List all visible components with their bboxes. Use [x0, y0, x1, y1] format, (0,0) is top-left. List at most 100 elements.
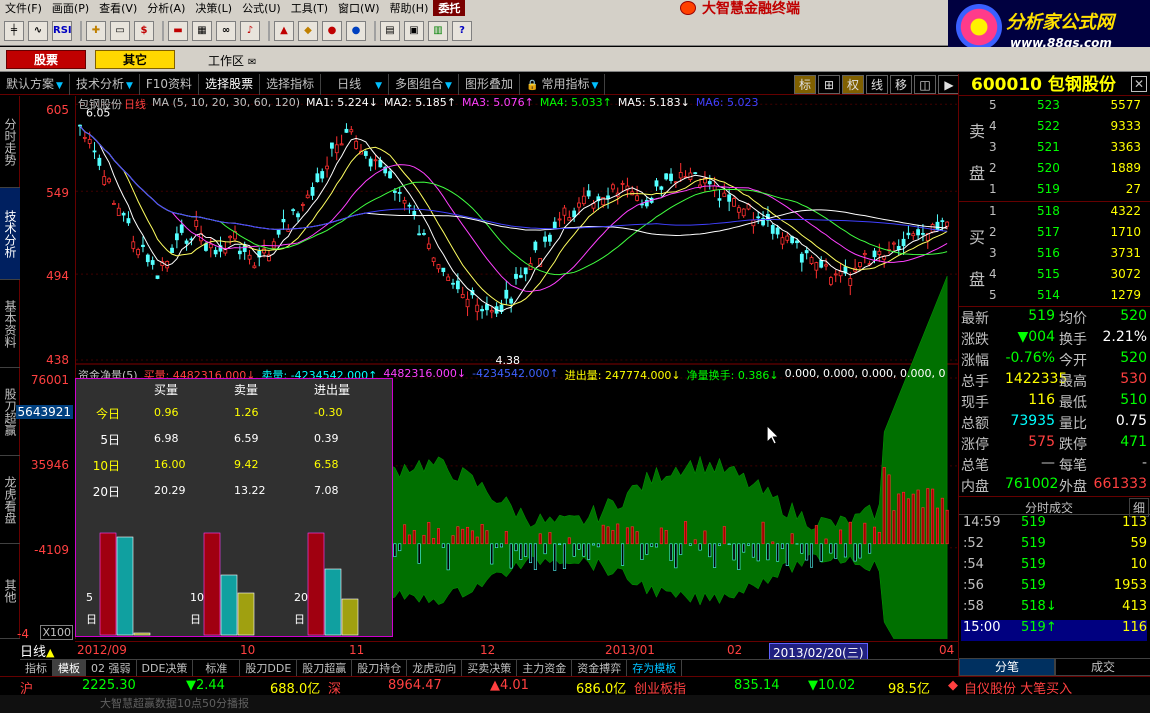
func-tab-overlay[interactable]: 图形叠加	[459, 73, 520, 95]
func-tab-f10[interactable]: F10资料	[140, 73, 200, 95]
tool-move-button[interactable]: 移	[890, 75, 912, 94]
report-icon[interactable]: ▲	[274, 20, 294, 41]
bid-level-row[interactable]: 5 514 1279	[989, 288, 1141, 309]
news-bar[interactable]: 大智慧超赢数据10点50分播报	[0, 695, 1150, 713]
menu-formula[interactable]: 公式(U)	[237, 0, 286, 16]
pill-icon[interactable]: ●	[322, 20, 342, 41]
bid-level-row[interactable]: 4 515 3072	[989, 267, 1141, 288]
func-tab-technical[interactable]: 技术分析 ▼	[70, 73, 140, 95]
fund-stats-popup[interactable]: 买量 卖量 进出量 今日 0.96 1.26 -0.30 5日 6.98 6.5…	[75, 378, 393, 637]
stat-value: 520	[1120, 308, 1147, 324]
func-tab-default[interactable]: 默认方案 ▼	[0, 73, 70, 95]
ask-level-row[interactable]: 1 519 27	[989, 182, 1141, 203]
rsi-icon[interactable]: RSI	[52, 20, 72, 41]
candle-body	[824, 264, 828, 267]
btab-strength[interactable]: 02 强弱	[86, 660, 137, 676]
help-icon[interactable]: ?	[452, 20, 472, 41]
tick-volume: 59	[1130, 536, 1147, 551]
tool-line-button[interactable]: 线	[866, 75, 888, 94]
tool-next-button[interactable]: ▶	[938, 75, 960, 94]
btab-gudao-dde[interactable]: 股刀DDE	[240, 660, 298, 676]
menu-trade[interactable]: 委托	[433, 0, 466, 16]
tick-volume: 1953	[1113, 578, 1147, 593]
tick-row[interactable]: :54 519 10	[961, 557, 1147, 578]
tool-mark-button[interactable]: 标	[794, 75, 816, 94]
crosshair-icon[interactable]: ✚	[86, 20, 106, 41]
tab-stock[interactable]: 股票	[6, 50, 86, 69]
menu-file[interactable]: 文件(F)	[0, 0, 47, 16]
func-tab-multi[interactable]: 多图组合 ▼	[389, 73, 459, 95]
bid-level-row[interactable]: 2 517 1710	[989, 225, 1141, 246]
vtab-basic[interactable]: 基本资料	[0, 280, 20, 368]
minute-chart-icon[interactable]: ∿	[28, 20, 48, 41]
tick-row[interactable]: 14:59 519 113	[961, 515, 1147, 536]
ma-line	[79, 125, 948, 312]
ask-level-row[interactable]: 5 523 5577	[989, 98, 1141, 119]
func-tab-select-indicator[interactable]: 选择指标	[260, 73, 322, 95]
bar-icon[interactable]: ▬	[168, 20, 188, 41]
btab-bs-decision[interactable]: 买卖决策	[462, 660, 518, 676]
dollar-icon[interactable]: $	[134, 20, 154, 41]
tab-other[interactable]: 其它	[95, 50, 175, 69]
menu-view[interactable]: 查看(V)	[94, 0, 142, 16]
market-ticker: 沪 2225.30 ▼2.44 688.0亿 深 8964.47 ▲4.01 6…	[0, 676, 1150, 697]
vtab-technical[interactable]: 技术分析	[0, 188, 20, 280]
grid-icon[interactable]: ▦	[192, 20, 212, 41]
btab-standard[interactable]: 标准	[193, 660, 241, 676]
tab-ticks[interactable]: 分笔	[959, 658, 1055, 676]
menu-decision[interactable]: 决策(L)	[190, 0, 237, 16]
vtab-dragon[interactable]: 龙虎看盘	[0, 456, 20, 544]
btab-dragon[interactable]: 龙虎动向	[407, 660, 463, 676]
btab-indicator[interactable]: 指标	[20, 660, 53, 676]
tool-grid-button[interactable]: ⊞	[818, 75, 840, 94]
menu-tools[interactable]: 工具(T)	[286, 0, 333, 16]
btab-gudao-hold[interactable]: 股刀持仓	[352, 660, 408, 676]
tab-trades[interactable]: 成交	[1055, 658, 1150, 676]
func-tab-daily[interactable]: 日线 ▼	[321, 73, 390, 95]
btab-dde[interactable]: DDE决策	[137, 660, 194, 676]
btab-main-fund[interactable]: 主力资金	[517, 660, 573, 676]
tick-row[interactable]: :58 518↓ 413	[961, 599, 1147, 620]
binoculars-icon[interactable]: ∞	[216, 20, 236, 41]
candle-body	[107, 178, 111, 183]
menu-help[interactable]: 帮助(H)	[385, 0, 434, 16]
ask-level-row[interactable]: 3 521 3363	[989, 140, 1141, 161]
candle-body	[315, 173, 320, 183]
tab-workspace[interactable]: 工作区 ✉	[208, 52, 256, 69]
tick-row[interactable]: :56 519 1953	[961, 578, 1147, 599]
fund-bar	[722, 526, 726, 545]
menu-window[interactable]: 窗口(W)	[333, 0, 384, 16]
fund-bar	[616, 523, 620, 545]
func-tab-select-stock[interactable]: 选择股票	[199, 73, 261, 95]
btab-fund-game[interactable]: 资金搏弈	[572, 660, 628, 676]
kline-icon[interactable]: ╪	[4, 20, 24, 41]
date-label: 12	[480, 643, 496, 657]
ask-level-row[interactable]: 4 522 9333	[989, 119, 1141, 140]
period-indicator[interactable]: 日线▲	[20, 641, 75, 660]
capsule-icon[interactable]: ●	[346, 20, 366, 41]
window-icon[interactable]: ▣	[404, 20, 424, 41]
ruler-icon[interactable]: ▭	[110, 20, 130, 41]
ask-level-row[interactable]: 2 520 1889	[989, 161, 1141, 182]
bid-level-row[interactable]: 1 518 4322	[989, 204, 1141, 225]
btab-template[interactable]: 模板	[53, 660, 86, 676]
btab-save-template[interactable]: 存为模板	[627, 660, 683, 676]
alert-icon[interactable]: ♪	[240, 20, 260, 41]
btab-gudao-super[interactable]: 股刀超赢	[297, 660, 353, 676]
tick-row[interactable]: :52 519 59	[961, 536, 1147, 557]
vtab-other[interactable]: 其他	[0, 544, 20, 639]
bid-level-row[interactable]: 3 516 3731	[989, 246, 1141, 267]
candle-body	[741, 208, 746, 217]
vtab-minute[interactable]: 分时走势	[0, 96, 20, 188]
tool-rights-button[interactable]: 权	[842, 75, 864, 94]
tool-window-button[interactable]: ◫	[914, 75, 936, 94]
doc-icon[interactable]: ▤	[380, 20, 400, 41]
menu-analysis[interactable]: 分析(A)	[142, 0, 190, 16]
func-tab-common[interactable]: 🔒 常用指标 ▼	[520, 73, 606, 95]
tick-row[interactable]: 15:00 519↑ 116	[961, 620, 1147, 641]
menu-screen[interactable]: 画面(P)	[47, 0, 94, 16]
diamond-icon[interactable]: ◆	[298, 20, 318, 41]
close-icon[interactable]: ✕	[1131, 76, 1147, 92]
books-icon[interactable]: ▥	[428, 20, 448, 41]
fund-bar	[902, 491, 906, 545]
